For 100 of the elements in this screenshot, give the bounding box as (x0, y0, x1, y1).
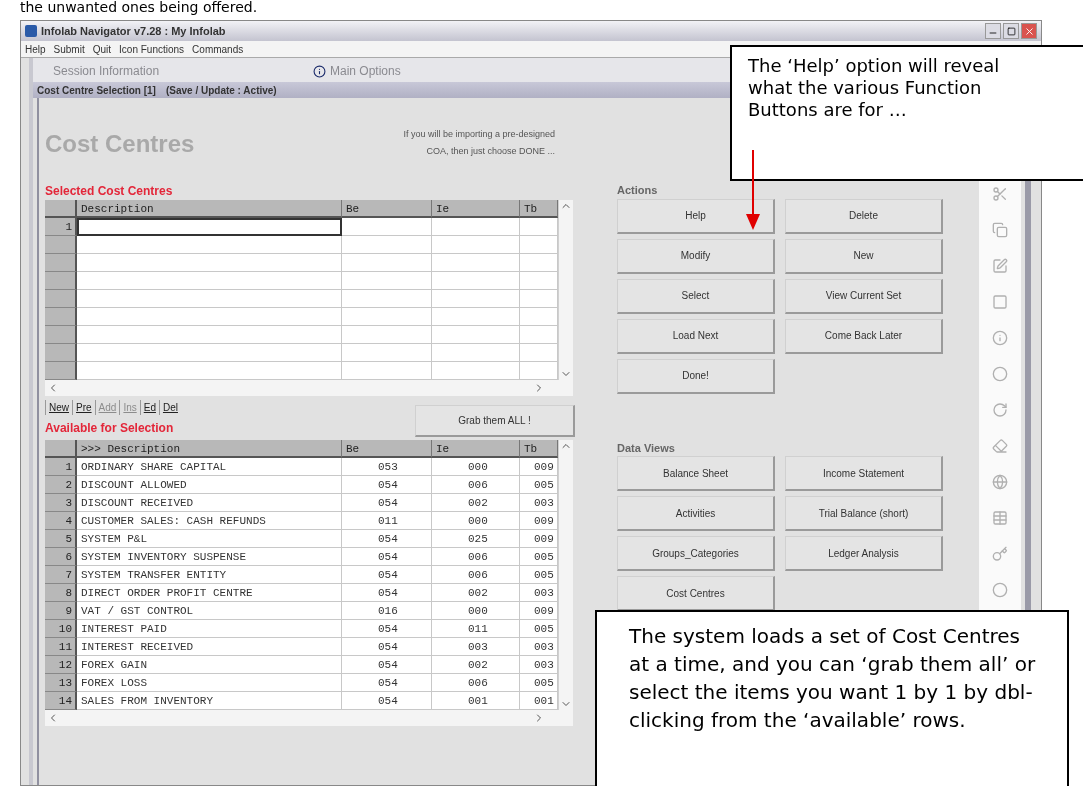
row-header[interactable]: 1 (45, 218, 77, 236)
menu-item[interactable]: Quit (92, 41, 112, 57)
table-cell: 054 (342, 530, 432, 548)
table-cell: 003 (520, 494, 558, 512)
row-header[interactable]: 14 (45, 692, 77, 710)
row-header[interactable]: 7 (45, 566, 77, 584)
action-button[interactable]: Trial Balance (short) (785, 496, 943, 531)
action-button[interactable]: Come Back Later (785, 318, 943, 354)
menu-item[interactable]: Submit (53, 41, 85, 57)
table-cell: 002 (432, 656, 520, 674)
action-button[interactable]: Done! (617, 358, 775, 394)
edit-icon[interactable] (992, 258, 1008, 274)
copy-icon[interactable] (992, 222, 1008, 238)
table-cell: VAT / GST CONTROL (77, 602, 342, 620)
row-header[interactable]: 5 (45, 530, 77, 548)
action-button[interactable]: Load Next (617, 318, 775, 354)
table-cell: ORDINARY SHARE CAPITAL (77, 458, 342, 476)
nav-link[interactable]: Ed (139, 400, 159, 415)
row-header[interactable] (45, 290, 77, 308)
close-button[interactable] (1021, 23, 1037, 39)
refresh-icon[interactable] (992, 402, 1008, 418)
table-cell: DIRECT ORDER PROFIT CENTRE (77, 584, 342, 602)
action-button[interactable]: Ledger Analysis (785, 536, 943, 571)
column-header[interactable]: Ie (432, 200, 520, 218)
row-header[interactable]: 6 (45, 548, 77, 566)
table-cell: 003 (520, 638, 558, 656)
row-header[interactable] (45, 272, 77, 290)
column-header[interactable]: >>> Description (77, 440, 342, 458)
row-header[interactable]: 9 (45, 602, 77, 620)
scissors-icon[interactable] (992, 186, 1008, 202)
column-header[interactable]: Be (342, 440, 432, 458)
action-button[interactable]: Select (617, 278, 775, 314)
vertical-scrollbar[interactable] (558, 440, 573, 710)
action-button[interactable]: Help (617, 198, 775, 234)
row-header[interactable]: 8 (45, 584, 77, 602)
menu-item[interactable]: Icon Functions (119, 41, 185, 57)
table-cell: 054 (342, 638, 432, 656)
action-button[interactable]: Delete (785, 198, 943, 234)
row-header[interactable]: 11 (45, 638, 77, 656)
table-cell: INTEREST PAID (77, 620, 342, 638)
row-header[interactable]: 13 (45, 674, 77, 692)
page-heading: Cost Centres (45, 129, 195, 159)
menu-item[interactable]: Commands (192, 41, 244, 57)
row-header[interactable]: 1 (45, 458, 77, 476)
row-header[interactable]: 10 (45, 620, 77, 638)
key-icon[interactable] (992, 546, 1008, 562)
action-button[interactable]: Cost Centres (617, 576, 775, 611)
section-title: Available for Selection (45, 421, 174, 435)
table-cell: 002 (432, 494, 520, 512)
row-header[interactable]: 4 (45, 512, 77, 530)
table-icon[interactable] (992, 510, 1008, 526)
row-header[interactable] (45, 326, 77, 344)
eraser-icon[interactable] (992, 438, 1008, 454)
table-cell (520, 362, 558, 380)
row-header[interactable] (45, 362, 77, 380)
row-header[interactable]: 2 (45, 476, 77, 494)
row-header[interactable] (45, 344, 77, 362)
section-title: Actions (617, 183, 659, 198)
column-header[interactable]: Tb (520, 200, 558, 218)
hint-text: If you will be importing a pre-designed (403, 128, 555, 141)
minimize-button[interactable] (985, 23, 1001, 39)
vertical-scrollbar[interactable] (558, 200, 573, 380)
row-header[interactable] (45, 308, 77, 326)
action-button[interactable]: Modify (617, 238, 775, 274)
description-input-field[interactable] (77, 218, 342, 236)
circle-icon[interactable] (992, 582, 1008, 598)
table-cell: 011 (342, 512, 432, 530)
action-button[interactable]: New (785, 238, 943, 274)
table-cell: SYSTEM TRANSFER ENTITY (77, 566, 342, 584)
grab-all-button[interactable]: Grab them ALL ! (415, 405, 575, 437)
table-cell: 053 (342, 458, 432, 476)
row-header[interactable] (45, 254, 77, 272)
section-title: Data Views (617, 440, 676, 456)
column-header[interactable]: Ie (432, 440, 520, 458)
close-icon (1023, 25, 1035, 37)
nav-link[interactable]: New (45, 400, 72, 415)
action-button[interactable]: Balance Sheet (617, 456, 775, 491)
column-header[interactable]: Be (342, 200, 432, 218)
info-icon (313, 64, 326, 78)
nav-link[interactable]: Del (158, 400, 181, 415)
action-button[interactable]: Activities (617, 496, 775, 531)
maximize-button[interactable] (1003, 23, 1019, 39)
action-button[interactable]: Income Statement (785, 456, 943, 491)
horizontal-scrollbar[interactable] (45, 380, 573, 396)
globe-icon[interactable] (992, 474, 1008, 490)
column-header[interactable]: Description (77, 200, 342, 218)
table-cell: 054 (342, 494, 432, 512)
menu-item[interactable]: Help (25, 41, 46, 57)
horizontal-scrollbar[interactable] (45, 710, 573, 726)
row-header[interactable]: 3 (45, 494, 77, 512)
page-icon[interactable] (992, 294, 1008, 310)
action-button[interactable]: Groups_Categories (617, 536, 775, 571)
row-header[interactable]: 12 (45, 656, 77, 674)
column-header[interactable]: Tb (520, 440, 558, 458)
action-button[interactable]: View Current Set (785, 278, 943, 314)
table-cell: 006 (432, 476, 520, 494)
nav-link[interactable]: Pre (72, 400, 95, 415)
row-header[interactable] (45, 236, 77, 254)
circle-icon[interactable] (992, 366, 1008, 382)
info-icon[interactable] (992, 330, 1008, 346)
